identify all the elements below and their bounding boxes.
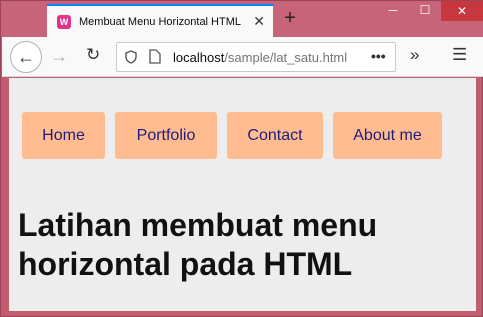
page-actions-button[interactable]: ••• — [371, 48, 386, 64]
tab-active[interactable]: W Membuat Menu Horizontal HTML ✕ — [47, 4, 273, 37]
shield-icon[interactable] — [125, 50, 137, 67]
tab-bar: W Membuat Menu Horizontal HTML ✕ + ─ ☐ ✕ — [1, 1, 483, 37]
close-window-button[interactable]: ✕ — [441, 1, 483, 21]
tab-title: Membuat Menu Horizontal HTML — [79, 15, 242, 28]
site-favicon-icon: W — [57, 14, 71, 29]
close-tab-icon[interactable]: ✕ — [253, 14, 265, 28]
new-tab-button[interactable]: + — [279, 7, 301, 29]
back-button[interactable]: ← — [10, 41, 42, 73]
horizontal-menu: Home Portfolio Contact About me — [22, 112, 452, 159]
page-content: Home Portfolio Contact About me Latihan … — [9, 78, 476, 311]
browser-window: W Membuat Menu Horizontal HTML ✕ + ─ ☐ ✕… — [0, 0, 483, 317]
minimize-button[interactable]: ─ — [379, 3, 407, 19]
overflow-chevron-icon[interactable]: » — [410, 45, 419, 65]
hamburger-menu-icon[interactable]: ☰ — [452, 45, 467, 65]
url-path: /sample/lat_satu.html — [224, 50, 348, 65]
menu-item-contact[interactable]: Contact — [227, 112, 323, 159]
menu-item-portfolio[interactable]: Portfolio — [115, 112, 217, 159]
url-text[interactable]: localhost/sample/lat_satu.html — [173, 50, 347, 65]
menu-item-about-me[interactable]: About me — [333, 112, 442, 159]
page-heading: Latihan membuat menu horizontal pada HTM… — [18, 207, 378, 282]
maximize-button[interactable]: ☐ — [411, 3, 439, 19]
page-icon — [149, 49, 161, 67]
address-bar[interactable]: localhost/sample/lat_satu.html ••• — [116, 42, 396, 72]
reload-button[interactable]: ↻ — [86, 45, 100, 65]
menu-item-home[interactable]: Home — [22, 112, 105, 159]
arrow-right-icon: → — [50, 46, 68, 66]
arrow-left-icon: ← — [17, 46, 35, 67]
forward-button[interactable]: → — [50, 46, 68, 67]
navigation-toolbar: ← → ↻ localhost/sample/lat_satu.html •••… — [2, 37, 483, 77]
url-host: localhost — [173, 50, 225, 65]
reload-icon: ↻ — [86, 45, 101, 64]
